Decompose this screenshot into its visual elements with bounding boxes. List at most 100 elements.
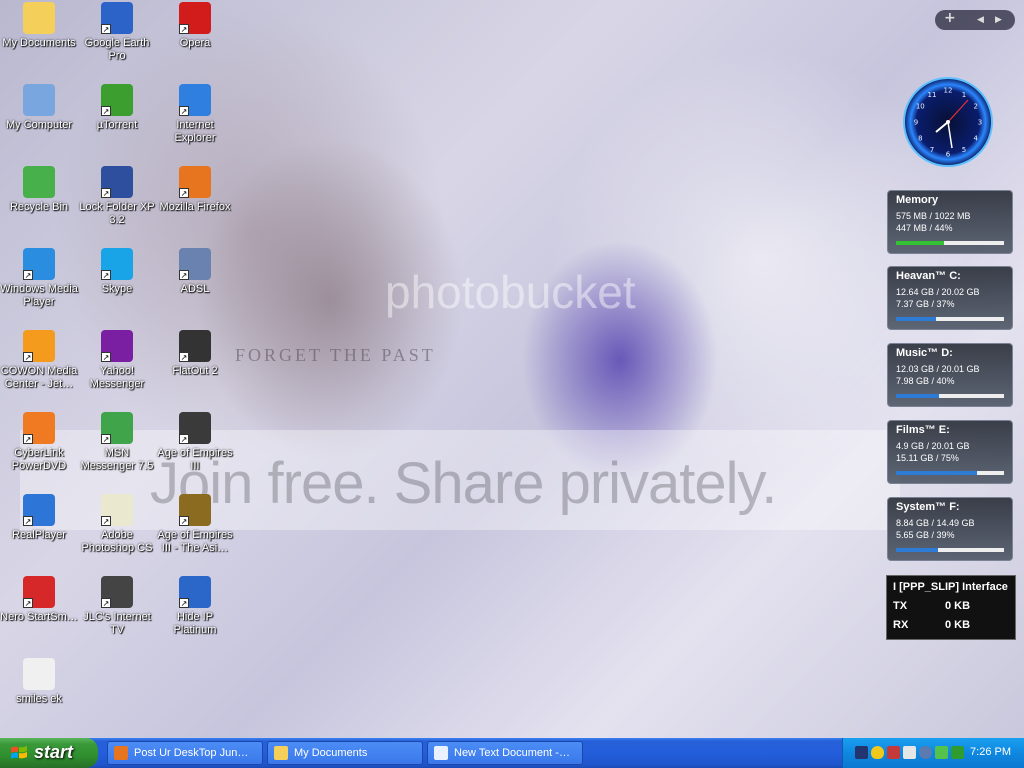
age-of-empires-asian-icon: ↗: [179, 494, 211, 526]
clock-number: 6: [946, 151, 951, 159]
desktop-icon[interactable]: ↗ Skype: [78, 248, 156, 296]
desktop-icon-label: Nero StartSm…: [0, 611, 78, 623]
drive-gadget[interactable]: Heavan™ C: 12.64 GB / 20.02 GB 7.37 GB / 3…: [887, 266, 1013, 330]
desktop-icon[interactable]: ↗ JLC's Internet TV: [78, 576, 156, 637]
desktop-icon[interactable]: ↗ µTorrent: [78, 84, 156, 132]
desktop-icon[interactable]: ↗ Google Earth Pro: [78, 2, 156, 63]
memory-gadget[interactable]: Memory 575 MB / 1022 MB 447 MB / 44%: [887, 190, 1013, 254]
shortcut-arrow-icon: ↗: [179, 434, 189, 444]
photoshop-icon: ↗: [101, 494, 133, 526]
taskbar-button-label: My Documents: [294, 747, 368, 759]
wallpaper-caption: FORGET THE PAST: [235, 345, 436, 365]
drive-bar-fill: [896, 317, 936, 321]
desktop-icon[interactable]: ↗ Internet Explorer: [156, 84, 234, 145]
sidebar-tray-icon[interactable]: [855, 746, 868, 759]
taskbar-button[interactable]: My Documents: [267, 741, 423, 765]
hide-ip-icon: ↗: [179, 576, 211, 608]
powerdvd-icon: ↗: [23, 412, 55, 444]
kaspersky-icon[interactable]: [903, 746, 916, 759]
clock-number: 1: [962, 91, 966, 99]
clock-number: 7: [930, 146, 934, 154]
add-gadget-button[interactable]: +: [944, 10, 956, 26]
opera-icon: ↗: [179, 2, 211, 34]
taskbar-button-label: New Text Document -…: [454, 747, 570, 759]
start-button[interactable]: start: [0, 738, 98, 768]
security-shield-icon[interactable]: [871, 746, 884, 759]
internet-explorer-icon: ↗: [179, 84, 211, 116]
shortcut-arrow-icon: ↗: [101, 188, 111, 198]
desktop-icon-label: Age of Empires III - The Asi…: [157, 529, 233, 554]
desktop-icon-label: JLC's Internet TV: [83, 611, 151, 636]
next-page-button[interactable]: ▶: [995, 15, 1002, 25]
drive-gadget[interactable]: Music™ D: 12.03 GB / 20.01 GB 7.98 GB / 40…: [887, 343, 1013, 407]
desktop-icon-label: Yahoo! Messenger: [89, 365, 145, 390]
network-tray-icon[interactable]: [919, 746, 932, 759]
drive-bar: [896, 548, 1004, 552]
notepad-icon: [434, 746, 448, 760]
shortcut-arrow-icon: ↗: [179, 352, 189, 362]
volume-icon[interactable]: [951, 746, 964, 759]
google-earth-icon: ↗: [101, 2, 133, 34]
desktop-icon[interactable]: ↗ Mozilla Firefox: [156, 166, 234, 214]
age-of-empires-icon: ↗: [179, 412, 211, 444]
taskbar-button[interactable]: New Text Document -…: [427, 741, 583, 765]
taskbar-button-label: Post Ur DeskTop Jun…: [134, 747, 249, 759]
memory-usage: 575 MB / 1022 MB: [896, 211, 971, 221]
clock-gadget[interactable]: 12 1 2 3 4 5 6 7 8 9 10 11: [888, 76, 1008, 168]
nero-icon: ↗: [23, 576, 55, 608]
antivirus-icon[interactable]: [887, 746, 900, 759]
windows-logo-icon: [11, 746, 27, 759]
drive-free: 7.98 GB / 40%: [896, 376, 955, 386]
desktop-icon[interactable]: ↗ MSN Messenger 7.5: [78, 412, 156, 473]
taskbar-button[interactable]: Post Ur DeskTop Jun…: [107, 741, 263, 765]
desktop-icon[interactable]: ↗ CyberLink PowerDVD: [0, 412, 78, 473]
drive-bar-fill: [896, 548, 939, 552]
desktop-icon[interactable]: My Computer: [0, 84, 78, 132]
desktop-icon[interactable]: ↗ Adobe Photoshop CS: [78, 494, 156, 555]
desktop-icon[interactable]: ↗ Age of Empires III - The Asi…: [156, 494, 234, 555]
shortcut-arrow-icon: ↗: [101, 24, 111, 34]
drive-usage: 4.9 GB / 20.01 GB: [896, 441, 970, 451]
network-gadget[interactable]: I [PPP_SLIP] Interface TX 0 KB RX 0 KB: [886, 575, 1016, 640]
desktop-icon-label: Adobe Photoshop CS: [81, 529, 153, 554]
desktop-icon[interactable]: ↗ Lock Folder XP 3.2: [78, 166, 156, 227]
previous-page-button[interactable]: ◀: [977, 15, 984, 25]
desktop-icon[interactable]: ↗ Nero StartSm…: [0, 576, 78, 624]
yahoo-messenger-icon: ↗: [101, 330, 133, 362]
drive-gadget[interactable]: System™ F: 8.84 GB / 14.49 GB 5.65 GB / 39…: [887, 497, 1013, 561]
shortcut-arrow-icon: ↗: [101, 270, 111, 280]
desktop-icon[interactable]: smiles ek: [0, 658, 78, 706]
shortcut-arrow-icon: ↗: [179, 270, 189, 280]
rx-value: 0 KB: [945, 619, 971, 631]
skype-icon: ↗: [101, 248, 133, 280]
desktop-icon[interactable]: ↗ Yahoo! Messenger: [78, 330, 156, 391]
drive-usage: 12.64 GB / 20.02 GB: [896, 287, 980, 297]
desktop-icon[interactable]: ↗ COWON Media Center - Jet…: [0, 330, 78, 391]
shortcut-arrow-icon: ↗: [23, 598, 33, 608]
clock-number: 9: [914, 119, 918, 127]
drive-bar: [896, 317, 1004, 321]
tx-value: 0 KB: [945, 600, 971, 612]
desktop-icon[interactable]: ↗ Windows Media Player: [0, 248, 78, 309]
drive-usage: 8.84 GB / 14.49 GB: [896, 518, 975, 528]
taskbar-clock[interactable]: 7:26 PM: [970, 746, 1011, 758]
desktop-icon-label: Internet Explorer: [174, 119, 216, 144]
desktop-icon[interactable]: ↗ ADSL: [156, 248, 234, 296]
clock-number: 4: [973, 135, 978, 143]
desktop-icon[interactable]: ↗ Age of Empires III: [156, 412, 234, 473]
desktop-icon[interactable]: Recycle Bin: [0, 166, 78, 214]
drive-gadget[interactable]: Films™ E: 4.9 GB / 20.01 GB 15.11 GB / 75%: [887, 420, 1013, 484]
drive-bar-fill: [896, 394, 940, 398]
drive-title: Films™ E:: [896, 424, 950, 436]
desktop-icon[interactable]: My Documents: [0, 2, 78, 50]
desktop-icon[interactable]: ↗ FlatOut 2: [156, 330, 234, 378]
desktop-icon[interactable]: ↗ Hide IP Platinum: [156, 576, 234, 637]
shortcut-arrow-icon: ↗: [101, 352, 111, 362]
nvidia-icon[interactable]: [935, 746, 948, 759]
network-connection-icon: ↗: [179, 248, 211, 280]
firefox-icon: [114, 746, 128, 760]
desktop-icon[interactable]: ↗ Opera: [156, 2, 234, 50]
drive-bar: [896, 394, 1004, 398]
desktop-icon[interactable]: ↗ RealPlayer: [0, 494, 78, 542]
memory-title: Memory: [896, 194, 939, 206]
